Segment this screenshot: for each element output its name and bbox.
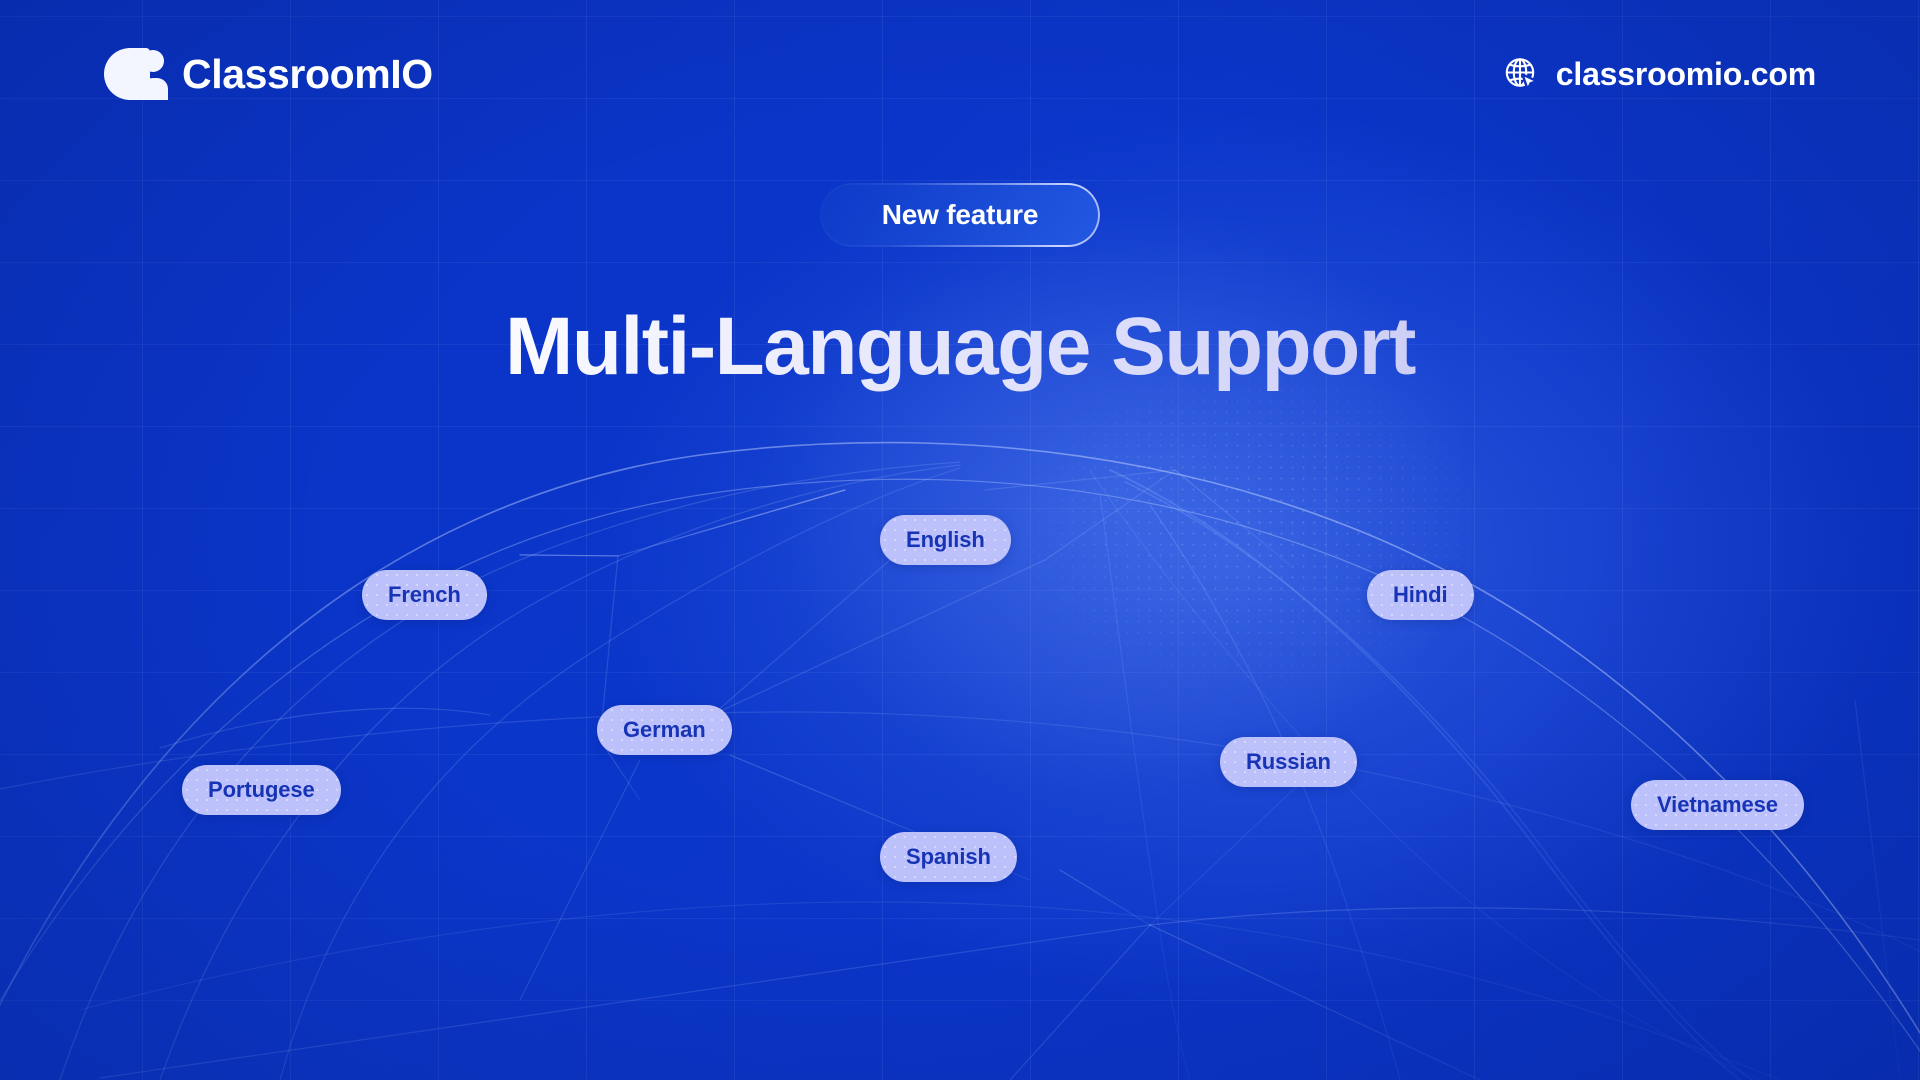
language-pill-hindi[interactable]: Hindi bbox=[1367, 570, 1474, 620]
language-pill-label: Spanish bbox=[906, 844, 991, 869]
language-pill-portugese[interactable]: Portugese bbox=[182, 765, 341, 815]
language-pill-french[interactable]: French bbox=[362, 570, 487, 620]
language-pill-label: Hindi bbox=[1393, 582, 1448, 607]
new-feature-badge[interactable]: New feature bbox=[820, 183, 1100, 247]
globe-cursor-icon bbox=[1505, 58, 1538, 91]
language-pill-label: Russian bbox=[1246, 749, 1331, 774]
language-pill-vietnamese[interactable]: Vietnamese bbox=[1631, 780, 1804, 830]
language-pill-label: Portugese bbox=[208, 777, 315, 802]
language-pill-label: German bbox=[623, 717, 706, 742]
language-pill-spanish[interactable]: Spanish bbox=[880, 832, 1017, 882]
language-pill-label: Vietnamese bbox=[1657, 792, 1778, 817]
poster-canvas: ClassroomIO classroomio.com New feature … bbox=[0, 0, 1920, 1080]
site-url-text: classroomio.com bbox=[1555, 55, 1816, 92]
classroomio-logo-icon bbox=[104, 48, 168, 100]
language-pill-russian[interactable]: Russian bbox=[1220, 737, 1357, 787]
brand-logo[interactable]: ClassroomIO bbox=[104, 48, 433, 100]
language-pill-label: French bbox=[388, 582, 461, 607]
language-pill-label: English bbox=[906, 527, 985, 552]
new-feature-badge-label: New feature bbox=[881, 199, 1039, 230]
language-pill-english[interactable]: English bbox=[880, 515, 1011, 565]
language-pill-german[interactable]: German bbox=[597, 705, 732, 755]
brand-name: ClassroomIO bbox=[182, 50, 433, 97]
page-title: Multi-Language Support bbox=[0, 300, 1920, 394]
site-url-block[interactable]: classroomio.com bbox=[1501, 54, 1816, 94]
